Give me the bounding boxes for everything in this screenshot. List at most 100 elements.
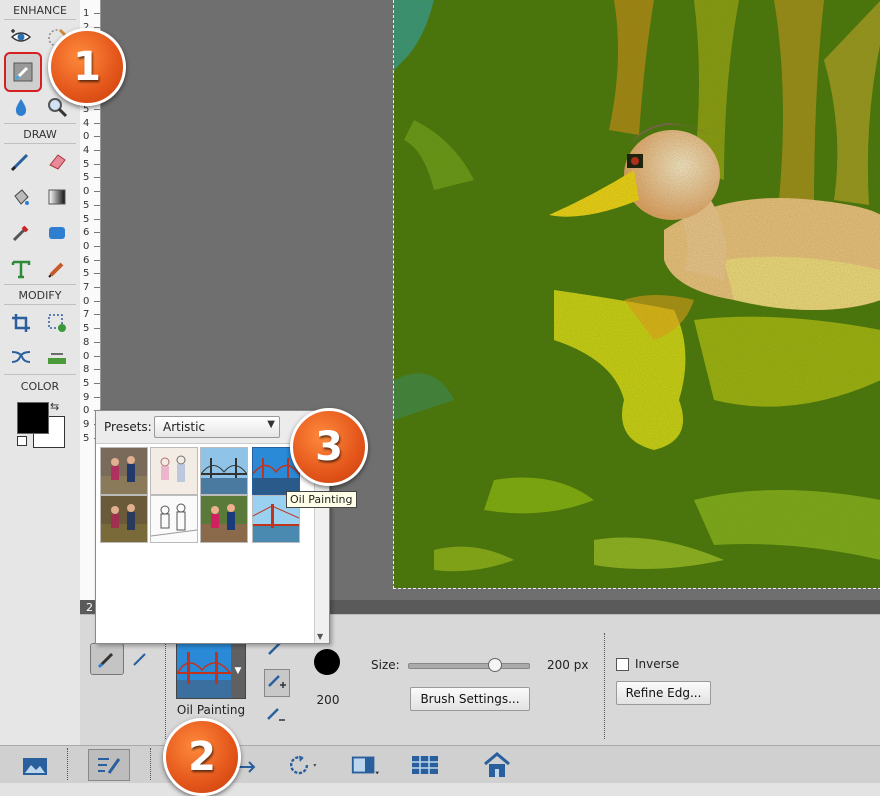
add-selection-brush-button[interactable] (264, 669, 290, 697)
detail-brush-mode-button[interactable] (128, 647, 152, 671)
default-colors-icon[interactable] (17, 436, 27, 446)
size-slider[interactable] (408, 658, 530, 672)
separator (67, 748, 68, 780)
gradient-tool[interactable] (44, 184, 70, 210)
blur-tool[interactable] (8, 94, 34, 120)
preset-thumbnail[interactable] (150, 447, 198, 495)
image-canvas (394, 0, 880, 588)
callout-1: 1 (48, 28, 126, 106)
pencil-icon (48, 262, 64, 278)
section-color-title: COLOR (20, 380, 60, 393)
straighten-tool[interactable] (44, 344, 70, 370)
family-photo-warm (101, 496, 147, 542)
preset-tooltip: Oil Painting (286, 491, 357, 508)
size-slider-knob[interactable] (488, 658, 503, 672)
eye-icon (10, 29, 32, 42)
home-screen-button[interactable] (482, 752, 512, 778)
subtract-brush-icon (267, 708, 285, 721)
brush-settings-button[interactable]: Brush Settings... (410, 687, 530, 711)
preset-thumbnail[interactable] (200, 447, 248, 495)
subtract-selection-brush-button[interactable] (264, 703, 288, 727)
size-value: 200 px (547, 658, 589, 672)
shape-tool[interactable] (44, 220, 70, 246)
family-photo-vivid (201, 496, 247, 542)
inverse-checkbox[interactable] (616, 658, 629, 671)
inverse-label: Inverse (635, 657, 680, 671)
divider (4, 143, 76, 144)
eraser-icon (49, 154, 66, 170)
eyedropper-tool[interactable] (8, 220, 34, 246)
eraser-tool[interactable] (44, 148, 70, 174)
type-icon (11, 260, 31, 279)
gradient-icon (48, 189, 66, 205)
smart-brush-tool[interactable] (4, 52, 42, 92)
detail-brush-icon (133, 653, 146, 666)
content-aware-move-tool[interactable] (8, 344, 34, 370)
brush-preview-value: 200 (316, 693, 340, 707)
smart-brush-icon (13, 62, 33, 82)
preset-thumbnail[interactable] (100, 447, 148, 495)
foreground-color-swatch[interactable] (17, 402, 49, 434)
presets-dropdown-value: Artistic (163, 420, 206, 434)
chevron-down-icon: ▼ (267, 419, 275, 430)
home-icon (484, 752, 510, 777)
taskbar (0, 745, 880, 783)
rotate-icon (289, 755, 317, 775)
size-label: Size: (371, 658, 400, 672)
paint-bucket-icon (14, 189, 29, 205)
scroll-down-arrow-icon[interactable]: ▼ (317, 632, 323, 641)
layout-icon (351, 756, 380, 775)
rounded-rectangle-icon (49, 227, 65, 239)
preset-picker[interactable]: ▼ (176, 643, 246, 699)
divider (4, 304, 76, 305)
organizer-button[interactable] (410, 752, 440, 778)
straighten-icon (48, 353, 66, 364)
brush-tool[interactable] (8, 148, 34, 174)
duck-oil-painting-image[interactable] (393, 0, 880, 589)
shuffle-arrows-icon (11, 351, 31, 363)
photo-bin-button[interactable] (20, 752, 50, 778)
tool-options-button[interactable] (88, 749, 130, 781)
rotate-button[interactable] (288, 752, 318, 778)
panel-number: 2 (86, 601, 93, 614)
tool-options-icon (98, 758, 121, 774)
bridge-photo (201, 448, 247, 494)
pencil-tool[interactable] (44, 256, 70, 282)
callout-2: 2 (163, 718, 241, 796)
preset-thumbnail[interactable] (100, 495, 148, 543)
paint-bucket-tool[interactable] (8, 184, 34, 210)
section-draw-title: DRAW (23, 128, 57, 141)
brush-size-preview (314, 649, 340, 675)
family-photo (101, 448, 147, 494)
preset-thumbnail[interactable] (150, 495, 198, 543)
layout-button[interactable] (350, 752, 380, 778)
separator (165, 633, 166, 739)
drop-icon (15, 99, 27, 116)
divider (4, 284, 76, 285)
divider (4, 19, 76, 20)
add-brush-icon (268, 675, 286, 688)
swap-colors-icon[interactable]: ⇆ (50, 400, 59, 413)
refine-edge-button[interactable]: Refine Edg... (616, 681, 711, 705)
section-enhance-title: ENHANCE (13, 4, 67, 17)
presets-header: Presets: Artistic ▼ (96, 411, 313, 444)
photo-bin-icon (23, 758, 47, 775)
divider (4, 123, 76, 124)
family-pencil-sketch (151, 496, 197, 542)
family-sketch-color (151, 448, 197, 494)
chevron-down-icon[interactable]: ▼ (231, 644, 245, 698)
recompose-tool[interactable] (44, 310, 70, 336)
preset-thumbnail[interactable] (200, 495, 248, 543)
smart-brush-icon (97, 652, 114, 669)
separator (150, 748, 151, 780)
smart-brush-mode-button[interactable] (90, 643, 124, 675)
divider (4, 374, 76, 375)
red-eye-tool[interactable] (8, 24, 34, 50)
preset-name-label: Oil Painting (176, 703, 246, 717)
presets-dropdown[interactable]: Artistic ▼ (154, 416, 280, 438)
type-tool[interactable] (8, 256, 34, 282)
organizer-grid-icon (412, 756, 438, 774)
recompose-icon (48, 314, 66, 332)
section-modify-title: MODIFY (18, 289, 62, 302)
crop-tool[interactable] (8, 310, 34, 336)
